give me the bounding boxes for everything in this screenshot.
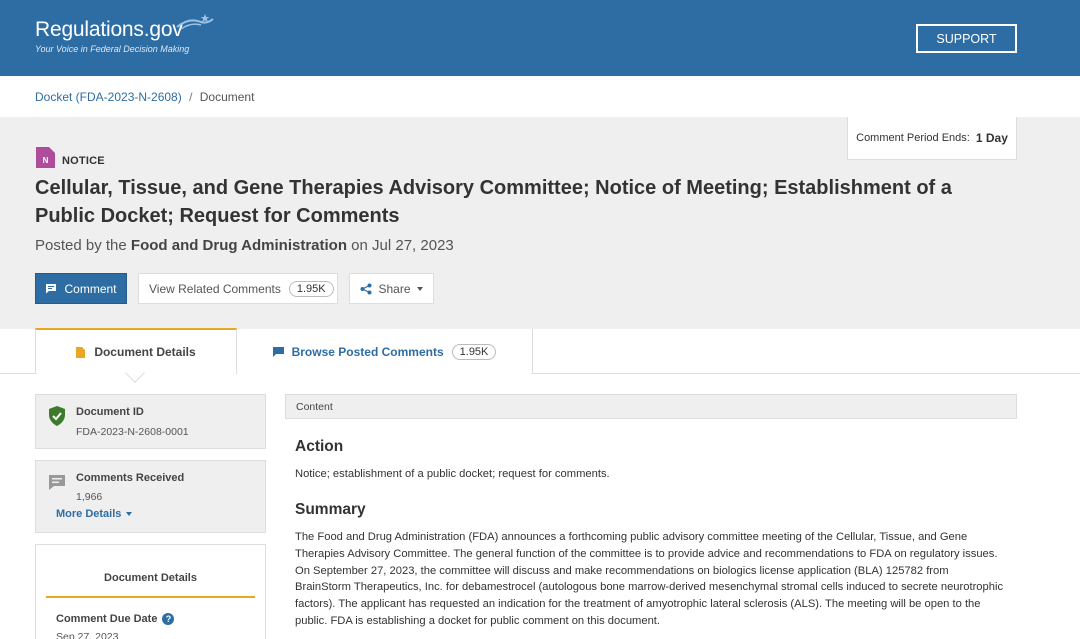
logo-tagline: Your Voice in Federal Decision Making [35,44,190,54]
summary-heading: Summary [295,501,366,518]
comments-received-card: Comments Received 1,966 More Details [35,460,266,533]
more-details-label: More Details [56,508,122,520]
comment-due-date-text: Comment Due Date [56,613,158,625]
comment-button[interactable]: Comment [35,273,127,304]
comment-due-date-label: Comment Due Date ? [56,613,175,625]
comment-due-date-value: Sep 27, 2023 [56,631,119,639]
more-details-link[interactable]: More Details [56,508,133,520]
tab-browse-posted-comments[interactable]: Browse Posted Comments 1.95K [237,329,533,374]
comment-bubble-icon [49,475,65,490]
view-related-comments-button[interactable]: View Related Comments 1.95K [138,273,338,304]
related-comments-label: View Related Comments [149,281,281,296]
breadcrumb: Docket (FDA-2023-N-2608) / Document [35,90,254,104]
comment-period-value: 1 Day [975,131,1008,145]
document-id-card: Document ID FDA-2023-N-2608-0001 [35,394,266,449]
content-header-bar: Content [285,394,1017,419]
document-type-label: NOTICE [62,155,105,167]
posted-prefix: Posted by the [35,237,127,254]
share-icon [360,283,372,294]
comment-period-box: Comment Period Ends: 1 Day [847,117,1017,160]
summary-text: The Food and Drug Administration (FDA) a… [295,531,1004,627]
breadcrumb-docket-link[interactable]: Docket (FDA-2023-N-2608) [35,90,182,104]
comments-received-label: Comments Received [76,472,185,484]
document-id-label: Document ID [76,406,144,418]
tab-browse-label: Browse Posted Comments [291,344,444,359]
related-comments-count: 1.95K [288,280,334,297]
tab-document-details-label: Document Details [94,345,196,359]
flag-swoosh-icon [176,14,214,30]
document-title: Cellular, Tissue, and Gene Therapies Adv… [35,177,952,227]
browse-comments-count: 1.95K [451,343,497,360]
details-divider [46,596,255,598]
breadcrumb-separator: / [189,90,193,104]
breadcrumb-current: Document [199,90,255,104]
document-details-box: Document Details Comment Due Date ? Sep … [35,544,266,639]
document-details-title: Document Details [104,572,197,584]
share-label: Share [378,281,411,296]
comment-button-label: Comment [64,281,117,296]
posted-date: Jul 27, 2023 [372,237,454,254]
logo-text: Regulations.gov [35,18,183,41]
shield-check-icon [49,406,65,426]
notice-document-icon: N [36,147,55,168]
document-icon [76,346,86,358]
chevron-down-icon [126,512,133,516]
posted-by-line: Posted by the Food and Drug Administrati… [35,237,454,254]
chevron-down-icon [416,286,423,291]
action-heading: Action [295,438,344,455]
comment-icon [46,284,57,294]
site-header: Regulations.gov Your Voice in Federal De… [0,0,1080,76]
site-logo[interactable]: Regulations.gov Your Voice in Federal De… [35,14,214,54]
comments-icon [272,346,284,357]
agency-name: Food and Drug Administration [130,237,347,254]
support-button[interactable]: SUPPORT [916,24,1017,53]
share-button[interactable]: Share [349,273,434,304]
comment-period-label: Comment Period Ends: [856,132,970,144]
help-icon[interactable]: ? [162,613,175,625]
posted-on: on [351,237,368,254]
document-id-value: FDA-2023-N-2608-0001 [76,426,189,438]
comments-received-value: 1,966 [76,491,103,503]
action-text: Notice; establishment of a public docket… [295,468,610,480]
